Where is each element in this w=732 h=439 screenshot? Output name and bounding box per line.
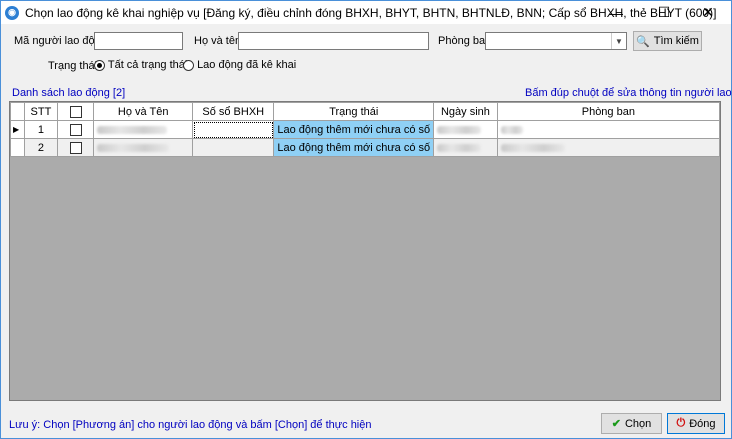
chevron-down-icon[interactable]: ▼ (611, 33, 626, 49)
cell-select[interactable] (57, 138, 95, 157)
cell-department[interactable] (496, 120, 720, 139)
cell-status[interactable]: Lao động thêm mới chưa có số (273, 120, 435, 139)
redacted-dob (437, 143, 482, 152)
cell-name[interactable] (93, 138, 194, 157)
column-header-select-all[interactable] (57, 102, 95, 121)
cell-bhxh-no[interactable] (192, 138, 275, 157)
redacted-dob (437, 125, 482, 134)
column-header-name[interactable]: Họ và Tên (93, 102, 194, 121)
current-row-pointer-icon: ▶ (13, 125, 20, 134)
search-button[interactable]: 🔍 Tìm kiếm (633, 31, 702, 51)
app-logo-icon: ◉ (5, 5, 19, 20)
close-button[interactable]: ⏻ Đóng (667, 413, 725, 434)
close-button-label: Đóng (689, 417, 716, 430)
status-option-declared[interactable]: Lao động đã kê khai (183, 59, 296, 71)
minimize-button[interactable]: — (593, 1, 639, 24)
name-input[interactable] (238, 32, 429, 50)
table-row[interactable]: 2 Lao động thêm mới chưa có số (10, 138, 720, 157)
check-icon: ✔ (611, 418, 621, 430)
dialog-window: ◉ Chọn lao động kê khai nghiệp vụ [Đăng … (0, 0, 732, 439)
employee-table: STT Họ và Tên Số sổ BHXH Trạng thái Ngày… (10, 102, 720, 157)
close-window-button[interactable]: ✕ (685, 1, 731, 24)
radio-unselected-icon[interactable] (183, 59, 194, 71)
table-row[interactable]: ▶ 1 Lao động thêm mới chưa có số (10, 120, 720, 139)
list-title: Danh sách lao động [2] (12, 87, 126, 99)
column-header-stt[interactable]: STT (23, 102, 59, 121)
cell-status[interactable]: Lao động thêm mới chưa có số (273, 138, 435, 157)
employee-code-input[interactable] (94, 32, 183, 50)
choose-button[interactable]: ✔ Chọn (601, 413, 662, 434)
column-header-bhxh-no[interactable]: Số sổ BHXH (192, 102, 275, 121)
cell-dob[interactable] (433, 138, 498, 157)
name-label: Họ và tên: (194, 35, 245, 47)
row-header[interactable]: ▶ (10, 120, 25, 139)
cell-select[interactable] (57, 120, 95, 139)
choose-button-label: Chọn (624, 417, 652, 430)
status-option-all[interactable]: Tất cả trạng thái (94, 59, 187, 71)
column-header-status[interactable]: Trạng thái (273, 102, 435, 121)
status-option-all-label: Tất cả trạng thái (107, 59, 188, 71)
redacted-name (97, 143, 170, 152)
row-header-corner (10, 102, 25, 121)
footer-note: Lưu ý: Chọn [Phương án] cho người lao độ… (9, 419, 372, 431)
maximize-button[interactable]: ☐ (641, 1, 687, 24)
column-header-department[interactable]: Phòng ban (496, 102, 720, 121)
cell-bhxh-no[interactable] (192, 120, 275, 139)
redacted-name (97, 125, 168, 134)
power-icon: ⏻ (676, 417, 686, 429)
list-hint: Bấm đúp chuột để sửa thông tin người lao… (525, 87, 732, 99)
cell-stt: 2 (23, 138, 59, 157)
status-label: Trạng thái: (48, 60, 101, 72)
cell-stt: 1 (23, 120, 59, 139)
redacted-department (500, 143, 565, 152)
search-button-label: Tìm kiếm (653, 35, 699, 47)
employee-grid[interactable]: STT Họ và Tên Số sổ BHXH Trạng thái Ngày… (9, 101, 721, 401)
cell-department[interactable] (496, 138, 720, 157)
column-header-dob[interactable]: Ngày sinh (433, 102, 498, 121)
select-all-checkbox[interactable] (69, 105, 82, 118)
radio-selected-icon[interactable] (94, 59, 105, 71)
row-header[interactable] (10, 138, 25, 157)
redacted-department (500, 125, 523, 134)
row-checkbox[interactable] (69, 141, 82, 154)
title-bar[interactable]: ◉ Chọn lao động kê khai nghiệp vụ [Đăng … (1, 1, 731, 24)
row-checkbox[interactable] (69, 123, 82, 136)
table-header-row: STT Họ và Tên Số sổ BHXH Trạng thái Ngày… (10, 102, 720, 121)
cell-name[interactable] (93, 120, 194, 139)
status-option-declared-label: Lao động đã kê khai (197, 59, 297, 71)
search-icon: 🔍 (636, 35, 650, 48)
cell-dob[interactable] (433, 120, 498, 139)
department-select[interactable]: ▼ (485, 32, 627, 50)
